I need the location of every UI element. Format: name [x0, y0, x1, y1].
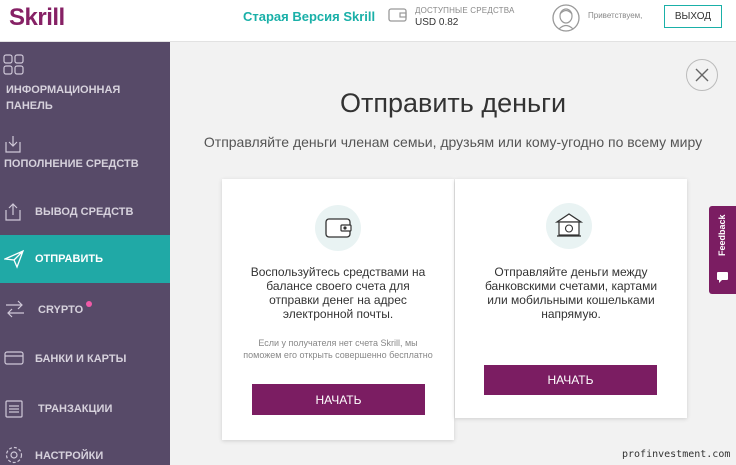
close-button[interactable]: [686, 59, 718, 91]
wallet-icon: [388, 6, 408, 29]
greeting-text: Приветствуем,: [588, 11, 643, 20]
sidebar-item-crypto[interactable]: CRYPTO: [0, 288, 170, 332]
bank-icon: [546, 203, 592, 249]
paper-plane-icon: [2, 249, 25, 272]
notification-dot: [86, 301, 92, 307]
sidebar-item-dashboard[interactable]: ИНФОРМАЦИОННАЯ ПАНЕЛЬ: [0, 48, 170, 112]
sidebar-item-deposit[interactable]: ПОПОЛНЕНИЕ СРЕДСТВ: [0, 130, 170, 176]
balance-label: ДОСТУПНЫЕ СРЕДСТВА: [415, 6, 515, 15]
sidebar-item-label: ВЫВОД СРЕДСТВ: [35, 206, 134, 218]
dashboard-grid-icon: [3, 54, 25, 79]
sidebar-item-label: ТРАНЗАКЦИИ: [38, 403, 113, 415]
sidebar-item-label: ОТПРАВИТЬ: [35, 253, 103, 265]
logout-button[interactable]: ВЫХОД: [664, 5, 722, 28]
sidebar-item-withdraw[interactable]: ВЫВОД СРЕДСТВ: [0, 190, 170, 234]
card-icon: [4, 350, 24, 369]
sidebar: ИНФОРМАЦИОННАЯ ПАНЕЛЬ ПОПОЛНЕНИЕ СРЕДСТВ…: [0, 42, 170, 465]
feedback-tab[interactable]: Feedback: [709, 206, 736, 294]
sidebar-item-settings[interactable]: НАСТРОЙКИ: [0, 438, 170, 465]
send-to-bank-card: Отправляйте деньги между банковскими сче…: [455, 179, 687, 418]
chat-icon: [716, 270, 729, 288]
gear-icon: [4, 445, 24, 465]
page-subtitle: Отправляйте деньги членам семьи, друзьям…: [203, 134, 703, 150]
sidebar-item-label: БАНКИ И КАРТЫ: [35, 353, 127, 365]
start-bank-button[interactable]: НАЧАТЬ: [484, 365, 657, 395]
deposit-icon: [4, 134, 22, 157]
close-icon: [695, 68, 709, 82]
sidebar-item-label: НАСТРОЙКИ: [35, 450, 104, 462]
top-header: Skrill Старая Версия Skrill ДОСТУПНЫЕ СР…: [0, 0, 736, 42]
watermark-text: profinvestment.com: [622, 449, 731, 460]
swap-arrows-icon: [4, 300, 26, 321]
user-avatar-icon[interactable]: [551, 3, 581, 38]
send-to-email-card: Воспользуйтесь средствами на балансе сво…: [222, 179, 454, 440]
withdraw-icon: [4, 202, 22, 225]
list-icon: [5, 400, 23, 421]
sidebar-item-send[interactable]: ОТПРАВИТЬ: [0, 235, 170, 283]
skrill-logo[interactable]: Skrill: [9, 4, 65, 32]
page-title: Отправить деньги: [339, 88, 567, 118]
card-description: Отправляйте деньги между банковскими сче…: [484, 265, 658, 321]
card-description: Воспользуйтесь средствами на балансе сво…: [250, 265, 426, 321]
sidebar-item-label: ИНФОРМАЦИОННАЯ ПАНЕЛЬ: [6, 84, 121, 112]
wallet-icon: [315, 205, 361, 251]
sidebar-item-label: CRYPTO: [38, 304, 84, 316]
sidebar-item-transactions[interactable]: ТРАНЗАКЦИИ: [0, 388, 170, 432]
start-email-button[interactable]: НАЧАТЬ: [252, 384, 425, 415]
balance-value: USD 0.82: [415, 17, 459, 28]
sidebar-item-label: ПОПОЛНЕНИЕ СРЕДСТВ: [4, 158, 139, 170]
sidebar-item-banks-cards[interactable]: БАНКИ И КАРТЫ: [0, 338, 170, 382]
old-version-link[interactable]: Старая Версия Skrill: [243, 9, 375, 24]
card-note: Если у получателя нет счета Skrill, мы п…: [243, 338, 433, 360]
feedback-label: Feedback: [717, 214, 727, 256]
